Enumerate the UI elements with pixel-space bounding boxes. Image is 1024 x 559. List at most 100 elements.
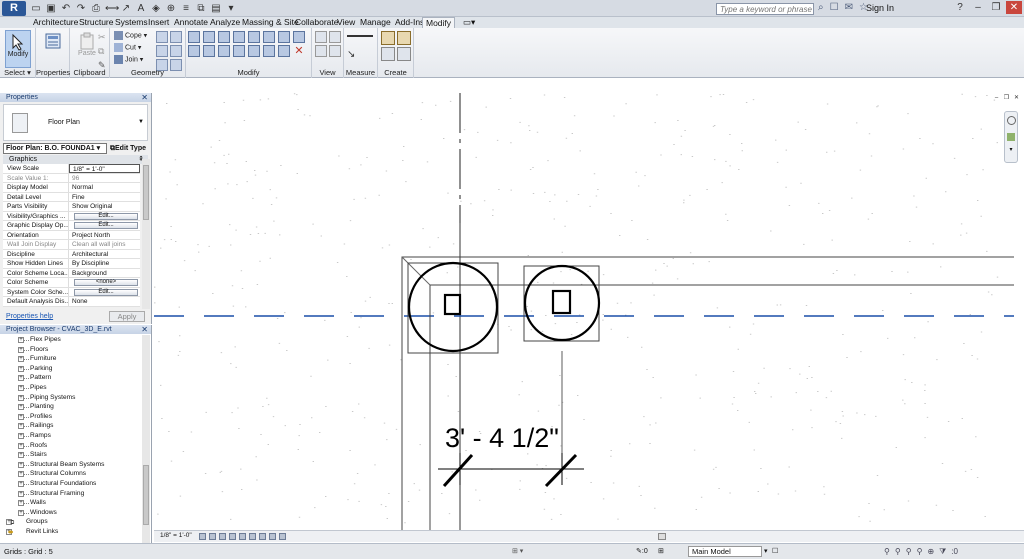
close-hidden-icon[interactable]: ⧉ xyxy=(195,3,207,15)
unpin-icon[interactable] xyxy=(293,31,305,43)
3d-view-icon[interactable]: ◈ xyxy=(150,3,162,15)
instance-selector[interactable]: Floor Plan: B.O. FOUNDA1 ▾ xyxy=(3,143,107,154)
array-icon[interactable] xyxy=(248,45,260,57)
wall-joins-icon[interactable] xyxy=(156,45,168,57)
aligned-dimension-icon[interactable]: ↘ xyxy=(347,49,373,61)
model-dropdown-icon[interactable]: ▾ xyxy=(764,547,768,555)
open-icon[interactable]: ▭ xyxy=(30,3,42,15)
property-row[interactable]: Scale Value 1: 96 xyxy=(3,173,140,183)
browser-item[interactable]: + Walls xyxy=(0,498,141,508)
property-row[interactable]: Detail Level Fine xyxy=(3,192,140,202)
property-value[interactable]: Architectural xyxy=(69,250,140,259)
create-parts-icon[interactable] xyxy=(397,31,411,45)
cut-button[interactable]: Cut ▾ xyxy=(114,43,141,52)
browser-top-item[interactable]: + ⬬ Revit Links xyxy=(0,527,141,537)
design-options-icon[interactable]: ⊞ xyxy=(658,547,664,555)
property-row[interactable]: System Color Sche... Edit... xyxy=(3,287,140,297)
browser-top-item[interactable]: + ⧉ Groups xyxy=(0,517,141,527)
undo-icon[interactable]: ↶ xyxy=(60,3,72,15)
sign-in-link[interactable]: Sign In xyxy=(866,3,894,13)
crop-view-icon[interactable] xyxy=(239,533,246,540)
browser-item[interactable]: + Structural Framing xyxy=(0,489,141,499)
browser-item[interactable]: + Ramps xyxy=(0,431,141,441)
copy-element-icon[interactable] xyxy=(203,45,215,57)
tab-structure[interactable]: Structure xyxy=(76,17,117,28)
property-row[interactable]: Color Scheme Loca... Background xyxy=(3,268,140,278)
minimize-button[interactable]: – xyxy=(970,1,986,14)
browser-item[interactable]: + Pipes xyxy=(0,383,141,393)
visual-style-icon[interactable] xyxy=(209,533,216,540)
properties-scrollbar[interactable] xyxy=(142,159,150,309)
copy-icon[interactable]: ⧉ xyxy=(98,46,110,58)
split-face-icon[interactable] xyxy=(156,31,168,43)
browser-item[interactable]: + Structural Foundations xyxy=(0,479,141,489)
view-dropdown-icon[interactable] xyxy=(329,45,341,57)
steering-wheel-icon[interactable] xyxy=(1006,116,1016,125)
pin-icon[interactable] xyxy=(278,31,290,43)
tab-options-dropdown[interactable]: ▭▾ xyxy=(460,17,480,28)
redo-icon[interactable]: ↷ xyxy=(75,3,87,15)
drawing-canvas[interactable]: 3' - 4 1/2" – ❐ ✕ ▾ xyxy=(154,93,1024,530)
property-edit-button[interactable]: Edit... xyxy=(74,222,138,229)
property-value[interactable]: Edit... xyxy=(69,221,140,230)
type-selector[interactable]: Floor Plan ▼ xyxy=(3,104,148,141)
property-value[interactable]: Show Original xyxy=(69,202,140,211)
properties-button[interactable] xyxy=(40,30,66,68)
property-row[interactable]: Graphic Display Op... Edit... xyxy=(3,221,140,231)
modify-button[interactable]: Modify xyxy=(5,30,31,68)
horizontal-scroll-thumb[interactable] xyxy=(658,533,666,540)
split-element-icon[interactable] xyxy=(248,31,260,43)
text-icon[interactable]: A xyxy=(135,3,147,15)
mirror-draw-axis-icon[interactable] xyxy=(233,31,245,43)
measure-icon[interactable]: ⟷ xyxy=(105,3,119,15)
property-row[interactable]: View Scale 1/8" = 1'-0" xyxy=(3,164,140,174)
nav-dropdown-icon[interactable]: ▾ xyxy=(1008,147,1014,153)
property-value[interactable]: Background xyxy=(69,269,140,278)
exclude-options-icon[interactable]: ☐ xyxy=(772,547,778,555)
filter-icon[interactable]: ⧩ xyxy=(939,547,946,557)
properties-help-link[interactable]: Properties help xyxy=(6,313,53,320)
browser-scrollbar[interactable] xyxy=(142,335,150,543)
subscription-icon[interactable]: ☐ xyxy=(830,2,839,13)
scale-icon[interactable] xyxy=(263,45,275,57)
cut-clipboard-icon[interactable]: ✂ xyxy=(98,32,110,44)
switch-windows-icon[interactable]: ▤ xyxy=(210,3,222,15)
browser-item[interactable]: + Structural Columns xyxy=(0,469,141,479)
browser-item[interactable]: + Planting xyxy=(0,402,141,412)
save-icon[interactable]: ▣ xyxy=(45,3,57,15)
property-row[interactable]: Color Scheme <none> xyxy=(3,278,140,288)
cope-button[interactable]: Cope ▾ xyxy=(114,31,147,40)
drag-select-icon[interactable]: ⊕ xyxy=(927,547,934,557)
property-edit-button[interactable]: <none> xyxy=(74,279,138,286)
face-select-icon[interactable]: ⚲ xyxy=(917,547,923,557)
property-value[interactable]: <none> xyxy=(69,278,140,287)
paste-button[interactable]: Paste xyxy=(74,30,100,68)
offset-icon[interactable] xyxy=(203,31,215,43)
browser-item[interactable]: + Structural Beam Systems xyxy=(0,460,141,470)
view-close-button[interactable]: ✕ xyxy=(1013,95,1020,102)
edit-type-button[interactable]: ⧉Edit Type xyxy=(110,145,146,153)
measure-between-icon[interactable] xyxy=(347,35,373,47)
mirror-pick-axis-icon[interactable] xyxy=(218,31,230,43)
property-row[interactable]: Orientation Project North xyxy=(3,230,140,240)
active-model-select[interactable]: Main Model xyxy=(688,546,762,557)
browser-item[interactable]: + Flex Pipes xyxy=(0,335,141,345)
rotate-icon[interactable] xyxy=(218,45,230,57)
show-crop-icon[interactable] xyxy=(249,533,256,540)
select-panel-label[interactable]: Select ▾ xyxy=(0,68,35,78)
hide-in-view-icon[interactable] xyxy=(315,31,327,43)
property-value[interactable]: Edit... xyxy=(69,212,140,221)
zoom-icon[interactable] xyxy=(1007,133,1015,141)
shadows-icon[interactable] xyxy=(229,533,236,540)
browser-item[interactable]: + Pattern xyxy=(0,373,141,383)
property-row[interactable]: Display Model Normal xyxy=(3,183,140,193)
browser-item[interactable]: + Parking xyxy=(0,364,141,374)
foundation-wall-outer[interactable] xyxy=(401,256,1014,530)
tab-modify[interactable]: Modify xyxy=(422,17,456,28)
override-graphics-icon[interactable] xyxy=(329,31,341,43)
property-row[interactable]: Parts Visibility Show Original xyxy=(3,202,140,212)
browser-item[interactable]: + Piping Systems xyxy=(0,393,141,403)
property-value[interactable]: Project North xyxy=(69,231,140,240)
communication-icon[interactable]: ✉ xyxy=(845,2,853,13)
trim-extend-icon[interactable] xyxy=(233,45,245,57)
